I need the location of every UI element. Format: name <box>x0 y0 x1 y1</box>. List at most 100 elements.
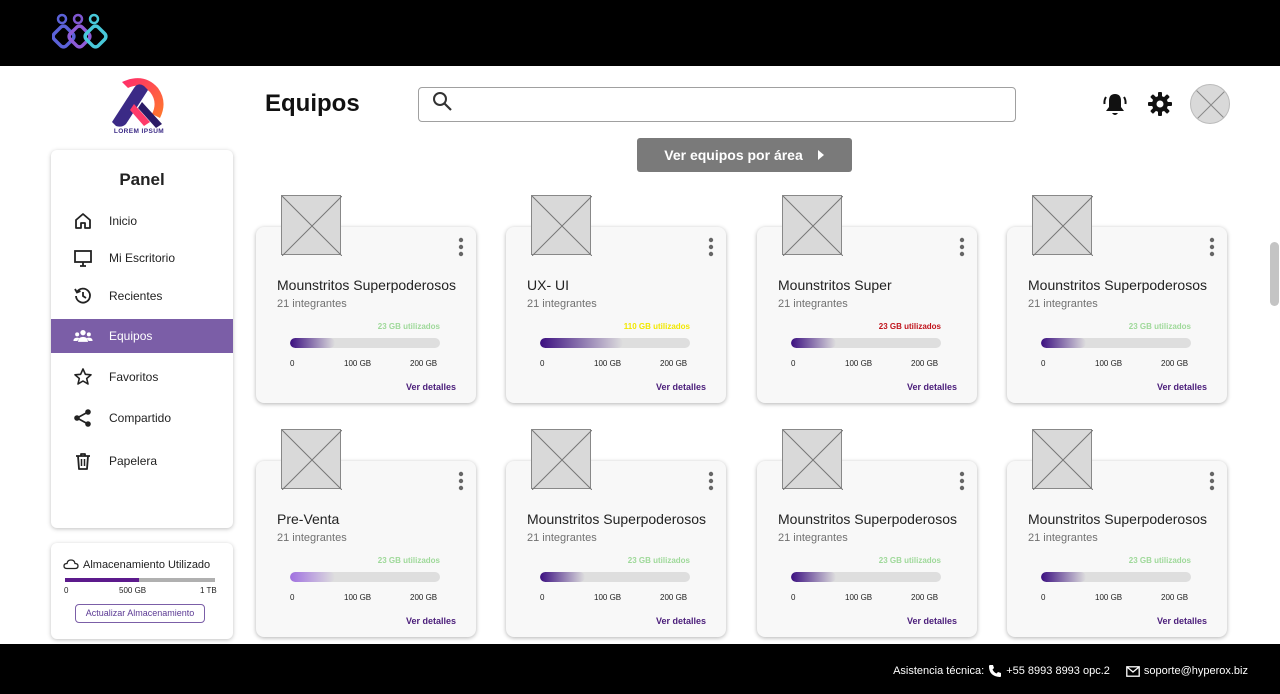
more-options-icon[interactable] <box>1207 237 1217 257</box>
gear-icon[interactable] <box>1147 91 1173 117</box>
share-icon <box>74 409 91 427</box>
app-logo[interactable] <box>52 12 108 52</box>
storage-tick: 100 GB <box>594 593 622 602</box>
storage-tick: 100 GB <box>594 359 622 368</box>
storage-progress-fill <box>65 578 139 582</box>
view-teams-by-area-label: Ver equipos por área <box>664 147 803 163</box>
side-panel: Panel Inicio Mi Escritorio Recientes Equ… <box>51 150 233 528</box>
support-label: Asistencia técnica: <box>893 665 985 677</box>
sidebar-item-papelera[interactable]: Papelera <box>51 444 233 478</box>
storage-tick: 0 <box>1041 593 1046 602</box>
support-email[interactable]: soporte@hyperox.biz <box>1144 665 1248 677</box>
sidebar-item-inicio[interactable]: Inicio <box>51 204 233 238</box>
storage-tick: 200 GB <box>410 359 438 368</box>
team-image-placeholder <box>531 429 593 491</box>
team-storage-used: 23 GB utilizados <box>377 322 440 331</box>
sidebar-item-favoritos[interactable]: Favoritos <box>51 360 233 394</box>
team-card[interactable]: Mounstritos Superpoderosos 21 integrantes… <box>1007 429 1227 637</box>
team-storage-fill <box>540 338 623 348</box>
image-placeholder-icon <box>281 429 343 491</box>
view-details-link[interactable]: Ver detalles <box>907 382 957 392</box>
team-members-count: 21 integrantes <box>778 532 848 544</box>
sidebar-item-label: Mi Escritorio <box>109 251 176 265</box>
view-details-link[interactable]: Ver detalles <box>1157 382 1207 392</box>
team-storage-fill <box>1041 572 1086 582</box>
support-phone[interactable]: +55 8993 8993 opc.2 <box>1006 665 1110 677</box>
team-storage-used: 23 GB utilizados <box>878 322 941 331</box>
storage-tick: 0 <box>1041 359 1046 368</box>
team-image-placeholder <box>1032 429 1094 491</box>
team-card[interactable]: Pre-Venta 21 integrantes 23 GB utilizados 0… <box>256 429 476 637</box>
team-name: Mounstritos Superpoderosos <box>1028 277 1207 293</box>
more-options-icon[interactable] <box>456 471 466 491</box>
team-card[interactable]: Mounstritos Superpoderosos 21 integrantes… <box>256 195 476 403</box>
cloud-icon <box>63 559 79 570</box>
view-details-link[interactable]: Ver detalles <box>656 616 706 626</box>
sidebar-item-label: Favoritos <box>109 370 159 384</box>
view-details-link[interactable]: Ver detalles <box>1157 616 1207 626</box>
team-card[interactable]: Mounstritos Superpoderosos 21 integrantes… <box>1007 195 1227 403</box>
team-card[interactable]: Mounstritos Super 21 integrantes 23 GB uti… <box>757 195 977 403</box>
more-options-icon[interactable] <box>706 471 716 491</box>
team-storage-bar <box>1041 572 1191 582</box>
team-storage-bar <box>540 338 690 348</box>
upgrade-storage-button[interactable]: Actualizar Almacenamiento <box>75 604 205 623</box>
search-bar[interactable] <box>418 87 1016 122</box>
team-storage-used: 23 GB utilizados <box>627 556 690 565</box>
storage-tick: 0 <box>290 593 295 602</box>
more-options-icon[interactable] <box>957 471 967 491</box>
more-options-icon[interactable] <box>1207 471 1217 491</box>
image-placeholder-icon <box>531 195 593 257</box>
history-icon <box>74 287 91 304</box>
storage-tick: 0 <box>791 593 796 602</box>
search-input[interactable] <box>459 93 999 117</box>
team-card[interactable]: Mounstritos Superpoderosos 21 integrantes… <box>757 429 977 637</box>
team-storage-fill <box>290 572 335 582</box>
sidebar-item-compartido[interactable]: Compartido <box>51 401 233 435</box>
view-details-link[interactable]: Ver detalles <box>656 382 706 392</box>
team-members-count: 21 integrantes <box>527 532 597 544</box>
team-card[interactable]: Mounstritos Superpoderosos 21 integrantes… <box>506 429 726 637</box>
team-image-placeholder <box>1032 195 1094 257</box>
scrollbar-thumb[interactable] <box>1270 242 1279 306</box>
sidebar-item-label: Recientes <box>109 289 163 303</box>
storage-tick: 200 GB <box>1161 593 1189 602</box>
storage-tick: 200 GB <box>660 359 688 368</box>
more-options-icon[interactable] <box>706 237 716 257</box>
avatar[interactable] <box>1190 84 1230 124</box>
image-placeholder-icon <box>281 195 343 257</box>
team-members-count: 21 integrantes <box>277 532 347 544</box>
team-members-count: 21 integrantes <box>1028 298 1098 310</box>
footer: Asistencia técnica: +55 8993 8993 opc.2 … <box>0 644 1280 694</box>
sidebar-item-equipos[interactable]: Equipos <box>51 319 233 353</box>
view-details-link[interactable]: Ver detalles <box>406 382 456 392</box>
sidebar-item-label: Compartido <box>109 411 172 425</box>
storage-tick: 200 GB <box>410 593 438 602</box>
more-options-icon[interactable] <box>456 237 466 257</box>
team-name: Mounstritos Superpoderosos <box>1028 511 1207 527</box>
sidebar-item-recientes[interactable]: Recientes <box>51 279 233 313</box>
team-storage-bar <box>290 572 440 582</box>
team-storage-fill <box>1041 338 1086 348</box>
image-placeholder-icon <box>782 195 844 257</box>
caret-right-icon <box>817 150 824 160</box>
more-options-icon[interactable] <box>957 237 967 257</box>
team-storage-bar <box>791 338 941 348</box>
team-storage-fill <box>791 572 836 582</box>
top-bar <box>0 0 1280 66</box>
team-members-count: 21 integrantes <box>1028 532 1098 544</box>
storage-progress-bar <box>65 578 215 582</box>
team-card[interactable]: UX- UI 21 integrantes 110 GB utilizados 0 10… <box>506 195 726 403</box>
star-icon <box>74 368 92 385</box>
image-placeholder-icon <box>1032 429 1094 491</box>
view-teams-by-area-button[interactable]: Ver equipos por área <box>637 138 852 172</box>
view-details-link[interactable]: Ver detalles <box>406 616 456 626</box>
storage-title: Almacenamiento Utilizado <box>83 559 211 571</box>
bell-icon[interactable] <box>1102 91 1128 119</box>
view-details-link[interactable]: Ver detalles <box>907 616 957 626</box>
team-image-placeholder <box>782 429 844 491</box>
storage-tick: 0 <box>540 359 545 368</box>
search-icon[interactable] <box>432 91 454 113</box>
storage-tick: 200 GB <box>911 593 939 602</box>
sidebar-item-mi-escritorio[interactable]: Mi Escritorio <box>51 241 233 275</box>
